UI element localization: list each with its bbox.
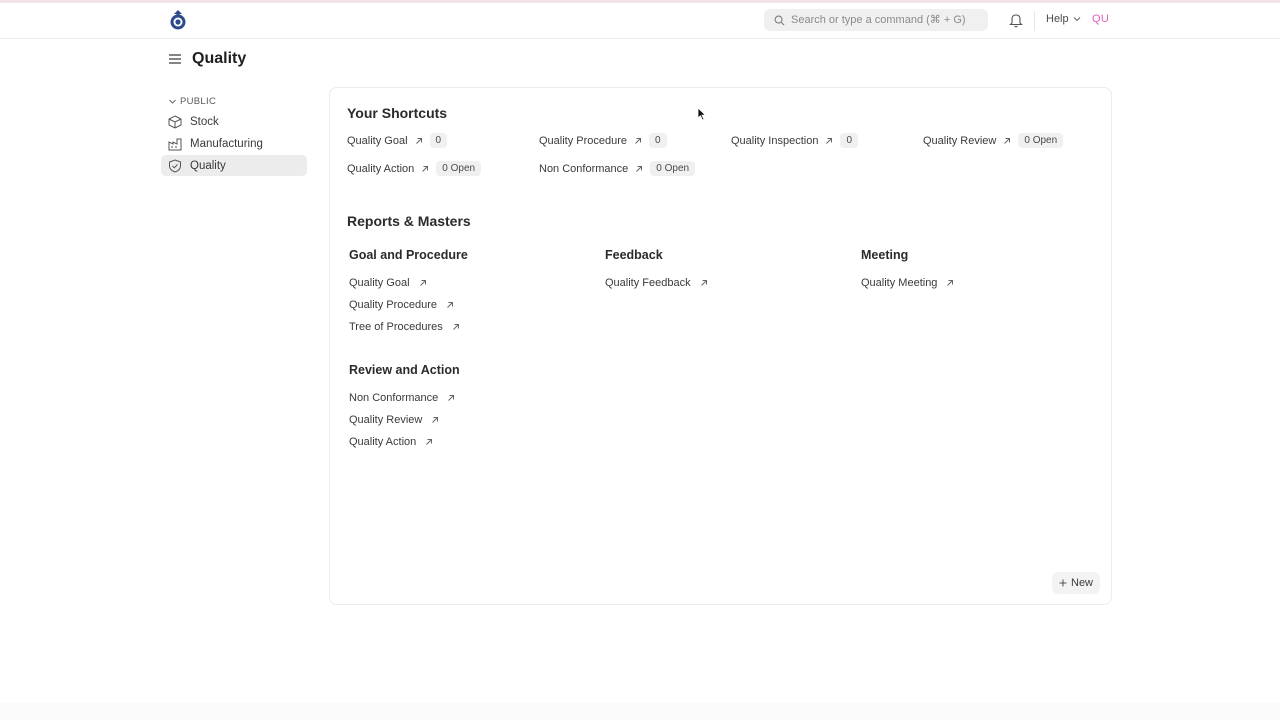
group-title-feedback: Feedback [605, 248, 663, 262]
footer-strip [0, 703, 1280, 720]
link-tree-of-procedures[interactable]: Tree of Procedures [349, 321, 460, 333]
arrow-up-right-icon [447, 302, 454, 308]
link-quality-feedback[interactable]: Quality Feedback [605, 277, 708, 289]
shortcut-label: Quality Action [347, 162, 415, 175]
app-logo-icon[interactable] [168, 9, 188, 31]
navbar: Help QU [0, 3, 1280, 39]
arrow-up-right-icon [635, 137, 642, 144]
shortcut-label: Quality Review [923, 134, 997, 147]
link-label: Quality Feedback [605, 277, 691, 289]
shortcut-quality-review[interactable]: Quality Review 0 Open [923, 133, 1064, 148]
shortcut-label: Non Conformance [539, 162, 629, 175]
page-title: Quality [192, 50, 247, 67]
sidebar-item-label: Stock [190, 115, 219, 128]
link-label: Non Conformance [349, 392, 439, 404]
arrow-up-right-icon [452, 324, 459, 330]
shortcut-label: Quality Procedure [539, 134, 628, 147]
workspace-card: Your Shortcuts Quality Goal 0 Quality Pr… [329, 87, 1112, 605]
reports-heading: Reports & Masters [347, 213, 471, 229]
link-label: Tree of Procedures [349, 321, 443, 333]
count-badge: 0 [429, 133, 448, 148]
arrow-up-right-icon [1004, 137, 1011, 144]
link-quality-goal[interactable]: Quality Goal [349, 277, 427, 289]
arrow-up-right-icon [947, 280, 954, 286]
factory-icon [168, 138, 182, 150]
help-dropdown[interactable]: Help [1046, 13, 1081, 25]
sidebar-section-public[interactable]: PUBLIC [161, 92, 307, 110]
shortcut-quality-procedure[interactable]: Quality Procedure 0 [539, 133, 667, 148]
new-button[interactable]: New [1052, 572, 1101, 594]
navbar-divider [1034, 11, 1035, 31]
shortcut-quality-goal[interactable]: Quality Goal 0 [347, 133, 448, 148]
link-non-conformance[interactable]: Non Conformance [349, 392, 455, 404]
chevron-down-icon [1073, 17, 1081, 22]
shortcut-quality-inspection[interactable]: Quality Inspection 0 [731, 133, 858, 148]
search-input[interactable] [791, 14, 981, 26]
shortcut-quality-action[interactable]: Quality Action 0 Open [347, 161, 482, 176]
count-badge: 0 [649, 133, 667, 148]
user-avatar[interactable]: QU [1092, 13, 1109, 25]
arrow-up-right-icon [448, 395, 455, 401]
count-badge: 0 Open [436, 161, 482, 176]
arrow-up-right-icon [419, 280, 426, 286]
shield-icon [169, 158, 181, 173]
sidebar-item-label: Quality [190, 159, 226, 172]
group-title-meeting: Meeting [861, 248, 909, 262]
page-header: Quality [168, 50, 246, 68]
sidebar-toggle-icon[interactable] [168, 52, 182, 66]
count-badge: 0 [840, 133, 858, 148]
arrow-up-right-icon [432, 417, 439, 423]
box-icon [168, 114, 182, 129]
arrow-up-right-icon [415, 137, 422, 144]
plus-icon [1059, 579, 1067, 587]
sidebar-item-quality[interactable]: Quality [161, 155, 307, 176]
chevron-down-icon [169, 99, 176, 104]
help-label: Help [1046, 13, 1069, 25]
sidebar-item-stock[interactable]: Stock [161, 111, 307, 132]
count-badge: 0 Open [1018, 133, 1064, 148]
shortcut-non-conformance[interactable]: Non Conformance 0 Open [539, 161, 696, 176]
count-badge: 0 Open [650, 161, 696, 176]
link-quality-meeting[interactable]: Quality Meeting [861, 277, 954, 289]
arrow-up-right-icon [700, 280, 707, 286]
arrow-up-right-icon [422, 165, 429, 172]
search-icon [774, 15, 785, 25]
link-label: Quality Goal [349, 277, 410, 289]
notification-bell-icon[interactable] [1009, 12, 1023, 28]
arrow-up-right-icon [636, 165, 643, 172]
group-title-review-action: Review and Action [349, 363, 460, 377]
link-label: Quality Review [349, 414, 423, 426]
sidebar: PUBLIC Stock Manufacturing Quality [161, 92, 307, 176]
mouse-cursor-icon [697, 107, 707, 121]
link-label: Quality Meeting [861, 277, 938, 289]
group-title-goal-procedure: Goal and Procedure [349, 248, 468, 262]
new-button-label: New [1071, 577, 1094, 589]
shortcut-label: Quality Inspection [731, 134, 819, 147]
search-bar[interactable] [764, 9, 988, 31]
shortcut-label: Quality Goal [347, 134, 408, 147]
arrow-up-right-icon [426, 439, 433, 445]
link-label: Quality Action [349, 436, 417, 448]
link-quality-review[interactable]: Quality Review [349, 414, 439, 426]
link-quality-action[interactable]: Quality Action [349, 436, 433, 448]
arrow-up-right-icon [826, 137, 833, 144]
link-quality-procedure[interactable]: Quality Procedure [349, 299, 454, 311]
sidebar-item-label: Manufacturing [190, 137, 263, 150]
sidebar-item-manufacturing[interactable]: Manufacturing [161, 133, 307, 154]
shortcuts-heading: Your Shortcuts [347, 105, 448, 121]
sidebar-section-label: PUBLIC [180, 95, 217, 107]
link-label: Quality Procedure [349, 299, 438, 311]
